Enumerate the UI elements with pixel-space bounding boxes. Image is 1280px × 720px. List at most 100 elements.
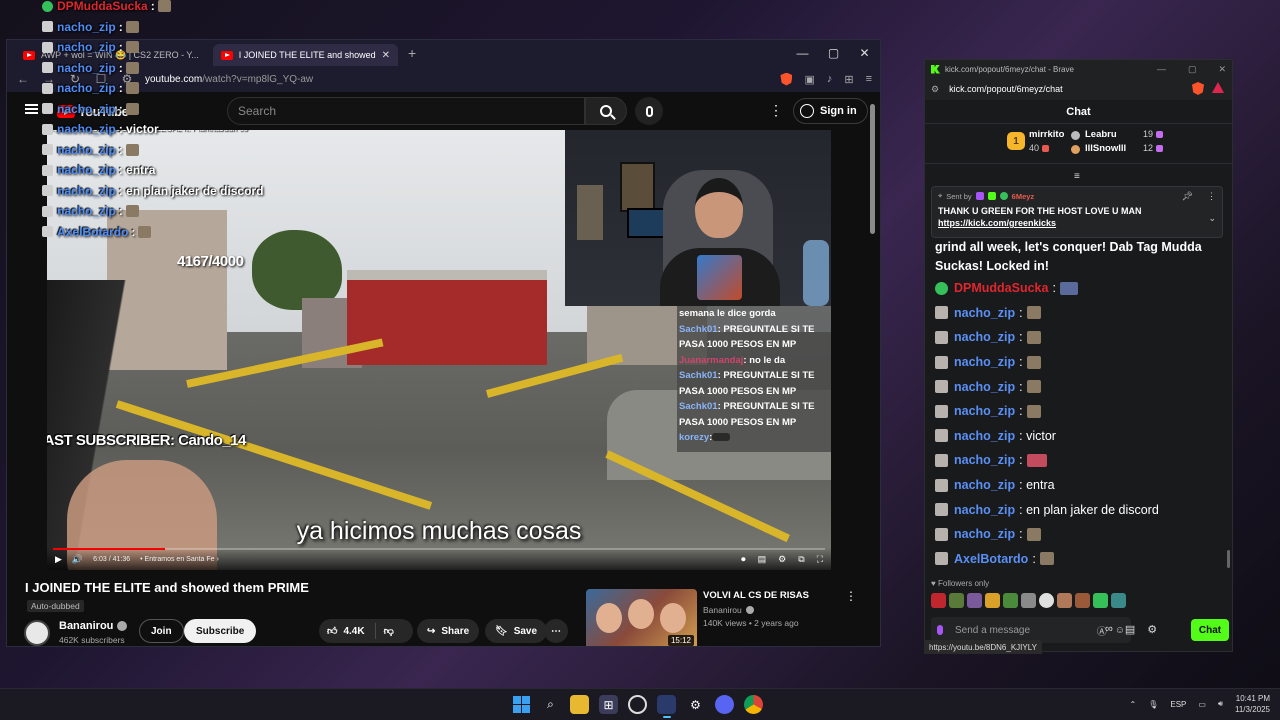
save-button[interactable]: 🔖︎ Save — [485, 619, 548, 643]
volume-icon[interactable]: 🔊 — [72, 554, 83, 565]
volume-icon[interactable]: 🔊︎ — [1218, 699, 1223, 709]
emote-icon[interactable] — [1075, 593, 1090, 608]
channel-avatar[interactable] — [24, 620, 50, 646]
brave-rewards-icon[interactable] — [1212, 82, 1224, 93]
back-icon[interactable]: ← — [15, 72, 31, 86]
emote-icon[interactable] — [1039, 593, 1054, 608]
chat-settings-gear-icon[interactable]: ⚙ — [1147, 623, 1157, 636]
site-info-icon[interactable]: ⚙ — [931, 84, 939, 95]
voice-search-button[interactable] — [635, 97, 663, 125]
settings-kebab-icon[interactable]: ⋮ — [769, 102, 783, 119]
discord-icon[interactable] — [715, 695, 734, 714]
chat-username[interactable]: nacho_zip — [954, 453, 1015, 467]
emote-icon[interactable] — [967, 593, 982, 608]
chat-username[interactable]: nacho_zip — [954, 503, 1015, 517]
emote-icon[interactable] — [1003, 593, 1018, 608]
chrome-icon[interactable] — [744, 695, 763, 714]
chat-username[interactable]: nacho_zip — [954, 306, 1015, 320]
microphone-icon[interactable] — [937, 625, 943, 635]
page-scrollbar[interactable] — [870, 92, 876, 646]
menu-icon[interactable]: ≡ — [866, 73, 872, 85]
hamburger-menu-icon[interactable] — [25, 104, 38, 114]
kick-url[interactable]: kick.com/popout/6meyz/chat — [949, 84, 1063, 94]
badge-icon — [42, 21, 53, 33]
reader-mode-icon[interactable]: ▣ — [804, 73, 814, 86]
clock[interactable]: 10:41 PM 11/3/2025 — [1235, 693, 1270, 715]
recommended-channel[interactable]: Bananirou — [703, 605, 754, 615]
start-button[interactable] — [512, 695, 531, 714]
chat-username[interactable]: nacho_zip — [954, 380, 1015, 394]
steam-icon[interactable]: ⚙ — [686, 695, 705, 714]
scrollbar-thumb[interactable] — [870, 104, 875, 234]
dislike-button[interactable]: 👎︎ — [376, 625, 402, 637]
chat-username[interactable]: nacho_zip — [954, 429, 1015, 443]
chat-username[interactable]: nacho_zip — [954, 330, 1015, 344]
brave-shields-icon[interactable] — [1192, 82, 1204, 95]
emote-icon[interactable] — [985, 593, 1000, 608]
collapse-chevron-icon[interactable]: ⌄ — [1208, 213, 1216, 224]
filter-icon[interactable]: ≡ — [1074, 171, 1080, 182]
channel-name[interactable]: Bananirou — [59, 620, 128, 632]
subscribe-button[interactable]: Subscribe — [184, 619, 257, 643]
extensions-icon[interactable]: ⊞ — [844, 73, 853, 86]
emote-icon[interactable] — [1057, 593, 1072, 608]
chat-username[interactable]: nacho_zip — [954, 404, 1015, 418]
emote-icon[interactable] — [1021, 593, 1036, 608]
maximize-button[interactable]: ▢ — [818, 46, 849, 60]
gift-box-icon[interactable]: ▤ — [1125, 623, 1135, 636]
more-options-icon[interactable]: ⋮ — [1207, 191, 1216, 202]
recommended-thumbnail[interactable]: 15:12 — [586, 589, 697, 646]
join-button[interactable]: Join — [139, 619, 184, 643]
recommended-menu-icon[interactable]: ⋮ — [845, 589, 857, 603]
emote-icon[interactable] — [1111, 593, 1126, 608]
settings-gear-icon[interactable]: ⚙ — [778, 554, 786, 565]
pinned-link[interactable]: https://kick.com/greenkicks — [938, 218, 1216, 228]
recommended-title[interactable]: VOLVI AL CS DE RISAS — [703, 590, 809, 601]
more-actions-button[interactable]: ⋯ — [544, 619, 568, 643]
close-window-button[interactable]: ✕ — [1218, 64, 1226, 75]
tray-mic-icon[interactable]: 🎙︎ — [1148, 700, 1158, 709]
autoplay-toggle-icon[interactable]: ⏺ — [741, 554, 746, 565]
emote-icon[interactable] — [949, 593, 964, 608]
brave-browser-icon[interactable] — [657, 695, 676, 718]
chat-username[interactable]: AxelBotardo — [954, 552, 1028, 566]
minimize-button[interactable]: — — [787, 46, 818, 60]
sign-in-button[interactable]: Sign in — [793, 98, 868, 124]
search-icon[interactable]: ⌕ — [541, 695, 560, 714]
chat-username[interactable]: nacho_zip — [954, 355, 1015, 369]
music-icon[interactable]: ♪ — [827, 73, 833, 85]
maximize-button[interactable]: ▢ — [1188, 64, 1197, 75]
chat-send-button[interactable]: Chat — [1191, 619, 1229, 641]
file-explorer-icon[interactable] — [570, 695, 589, 714]
subtitles-icon[interactable]: ▤ — [758, 554, 767, 565]
close-window-button[interactable]: ✕ — [849, 46, 880, 60]
fullscreen-icon[interactable]: ⛶ — [817, 554, 823, 565]
search-button[interactable] — [585, 97, 627, 125]
emote-icon[interactable] — [1093, 593, 1108, 608]
chat-username[interactable]: DPMuddaSucka — [954, 281, 1048, 295]
obs-icon[interactable] — [628, 695, 647, 714]
chat-scrollbar[interactable] — [1227, 550, 1230, 568]
microsoft-store-icon[interactable]: ⊞ — [599, 695, 618, 714]
chapter-label[interactable]: • Entramos en Santa Fe › — [140, 556, 219, 563]
pinned-sent-by: ⌖ Sent by 6Meyz — [938, 191, 1216, 201]
chat-username[interactable]: nacho_zip — [954, 478, 1015, 492]
miniplayer-icon[interactable]: ⧉ — [798, 554, 804, 565]
chat-input-placeholder: Send a message — [955, 624, 1031, 636]
like-button[interactable]: 👍︎ 4.4K — [319, 623, 376, 639]
new-tab-button[interactable]: + — [408, 45, 416, 61]
network-icon[interactable]: ▭ — [1198, 700, 1206, 709]
address-bar-actions: ▣ ♪ ⊞ ≡ — [780, 66, 872, 92]
input-language[interactable]: ESP — [1170, 700, 1186, 709]
brave-shields-icon[interactable] — [780, 72, 793, 86]
points-icon[interactable]: ∞ — [1105, 623, 1113, 636]
pin-icon[interactable]: 📌︎ — [1182, 191, 1193, 202]
tab-close-icon[interactable]: ✕ — [382, 50, 390, 61]
share-button[interactable]: ↪ Share — [417, 619, 480, 643]
minimize-button[interactable]: — — [1157, 64, 1166, 74]
kick-logo-icon — [931, 64, 940, 74]
play-icon[interactable]: ▶ — [55, 554, 62, 565]
emote-icon[interactable] — [931, 593, 946, 608]
chat-username[interactable]: nacho_zip — [954, 527, 1015, 541]
tray-expand-icon[interactable]: ⌃ — [1130, 700, 1137, 709]
